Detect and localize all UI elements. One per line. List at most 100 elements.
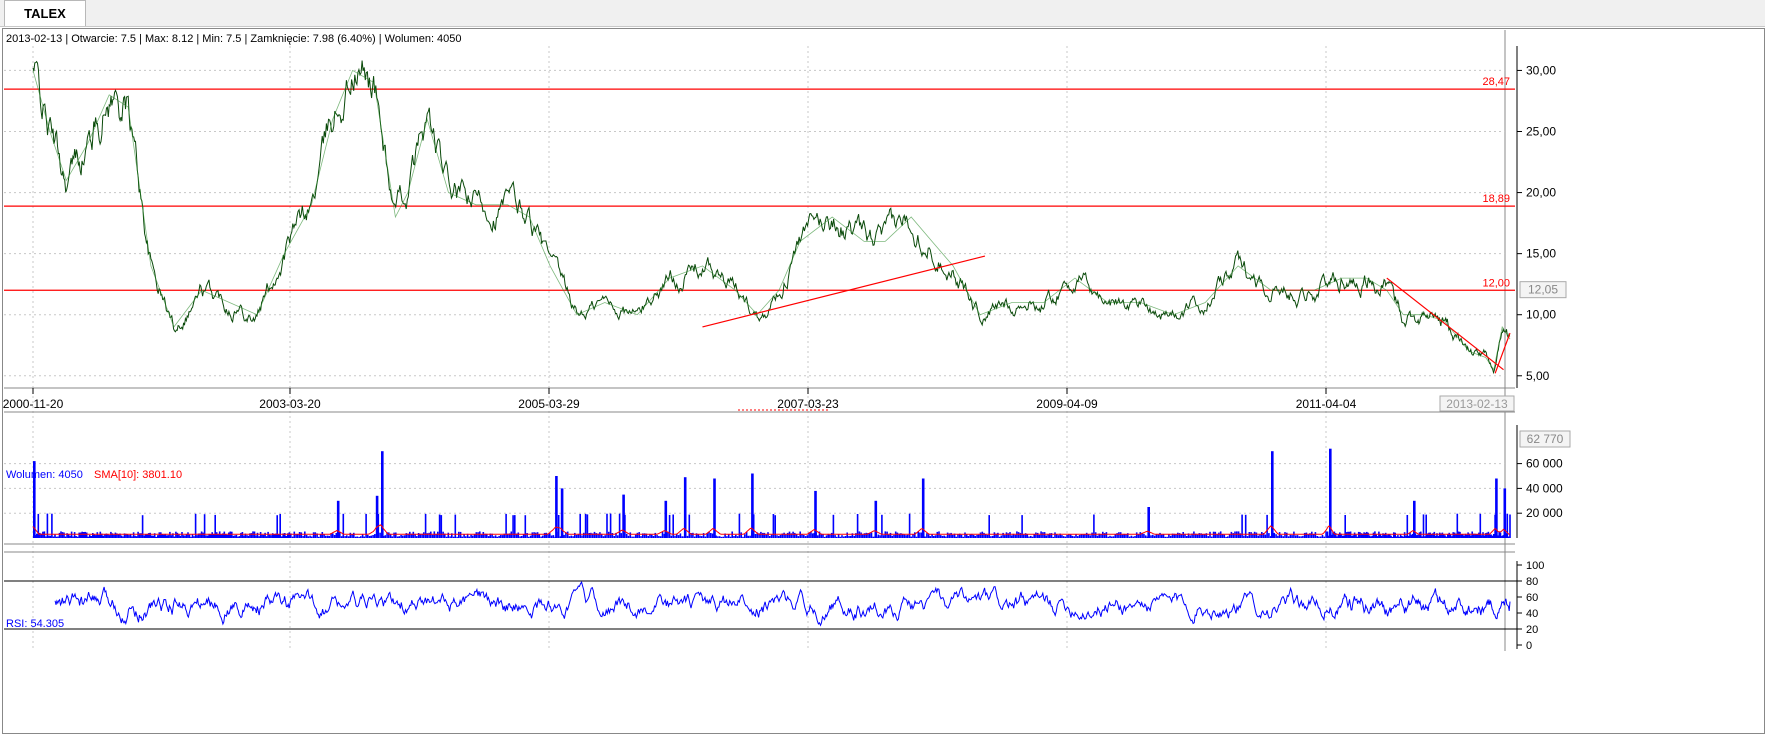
volume-bar: [1325, 531, 1327, 538]
chart-canvas[interactable]: 2013-02-13 | Otwarcie: 7.5 | Max: 8.12 |…: [0, 0, 1765, 737]
rsi-tick-label: 80: [1526, 576, 1538, 588]
volume-bar: [907, 534, 909, 538]
volume-bar: [1068, 534, 1070, 538]
volume-bar: [1250, 532, 1252, 538]
volume-bar: [1186, 536, 1188, 538]
volume-bar: [368, 536, 371, 538]
volume-bar: [1483, 535, 1486, 538]
volume-bar: [179, 535, 182, 538]
rsi-axis: 0 20 40 60 80 100: [1517, 560, 1544, 652]
volume-bar: [300, 532, 303, 538]
volume-bar: [64, 536, 67, 538]
volume-bar: [76, 536, 79, 538]
volume-bar: [344, 536, 346, 538]
volume-bar: [431, 534, 434, 538]
volume-bar: [182, 535, 185, 538]
rsi-tick-label: 0: [1526, 640, 1532, 652]
volume-bar: [402, 535, 404, 538]
volume-bar: [229, 531, 232, 538]
volume-bar: [1028, 536, 1030, 538]
volume-bar: [185, 534, 188, 538]
volume-bar: [1453, 532, 1456, 538]
volume-bar: [538, 534, 541, 538]
volume-bar: [379, 532, 381, 538]
rsi-tick-label: 20: [1526, 624, 1538, 636]
volume-bar: [1042, 532, 1044, 538]
volume-bar: [1311, 531, 1313, 538]
grid-lines: [4, 30, 1518, 651]
volume-bar: [979, 532, 982, 538]
volume-bar: [1282, 536, 1284, 538]
volume-bar: [602, 536, 605, 538]
volume-bar: [1506, 513, 1509, 538]
volume-bar: [1246, 536, 1249, 538]
volume-bar: [543, 532, 546, 538]
volume-bar: [1043, 532, 1046, 538]
volume-tick-label: 60 000: [1526, 457, 1563, 471]
volume-bar: [729, 536, 732, 538]
volume-bar: [396, 536, 399, 538]
volume-bar: [711, 533, 714, 538]
volume-bar: [1253, 531, 1256, 538]
volume-spike: [874, 500, 878, 538]
volume-bar: [570, 535, 573, 538]
price-tick-label: 20,00: [1526, 186, 1556, 200]
volume-bar: [468, 536, 471, 538]
volume-bar: [309, 535, 311, 538]
volume-bar: [107, 534, 109, 538]
volume-bar: [915, 536, 918, 538]
trendlines: [702, 255, 1511, 374]
volume-bar: [1375, 534, 1377, 538]
volume-bar: [42, 531, 44, 538]
horizontal-lines: 28,47 18,89 12,00: [4, 76, 1515, 291]
rsi-levels: [4, 580, 1517, 630]
volume-bar: [496, 536, 499, 538]
volume-bar: [445, 536, 448, 538]
volume-bar: [837, 534, 840, 538]
volume-bar: [1000, 535, 1003, 538]
volume-bar: [1096, 535, 1099, 538]
volume-bar: [231, 531, 233, 538]
date-tick-label: 2005-03-29: [518, 397, 580, 411]
volume-bar: [226, 534, 229, 538]
volume-bar: [472, 535, 474, 538]
volume-bar: [786, 532, 789, 538]
volume-bar: [950, 532, 952, 538]
volume-bar: [36, 533, 38, 538]
volume-bar: [1380, 535, 1383, 538]
volume-bar: [822, 534, 824, 538]
volume-bar: [347, 536, 350, 538]
volume-bar: [1168, 534, 1170, 538]
volume-bar: [181, 532, 183, 538]
volume-bar: [173, 536, 176, 538]
volume-bar: [1150, 535, 1152, 538]
volume-bar: [1449, 534, 1452, 538]
volume-bar: [48, 535, 50, 538]
volume-bar: [1002, 532, 1004, 538]
volume-bar: [983, 532, 985, 538]
volume-bar: [731, 531, 733, 538]
volume-bar: [340, 536, 343, 538]
volume-bar: [349, 532, 352, 538]
volume-bar: [196, 535, 198, 538]
volume-bar: [1214, 531, 1217, 538]
volume-spike: [381, 451, 384, 538]
volume-bar: [1228, 534, 1231, 538]
volume-bar: [1077, 536, 1079, 538]
volume-bar: [779, 535, 782, 538]
volume-bar: [259, 532, 262, 538]
volume-bar: [143, 535, 145, 538]
volume-bar: [1196, 534, 1199, 538]
volume-bar: [688, 514, 691, 538]
volume-bar: [830, 532, 833, 538]
volume-bar: [87, 536, 89, 538]
volume-bar: [129, 534, 132, 538]
volume-bar: [500, 535, 502, 538]
volume-bar: [872, 536, 874, 538]
volume-bar: [627, 535, 630, 538]
volume-bar: [783, 532, 785, 538]
volume-bar: [825, 535, 828, 538]
volume-bar: [860, 532, 862, 538]
volume-bar: [848, 535, 850, 538]
volume-bar: [73, 532, 76, 538]
